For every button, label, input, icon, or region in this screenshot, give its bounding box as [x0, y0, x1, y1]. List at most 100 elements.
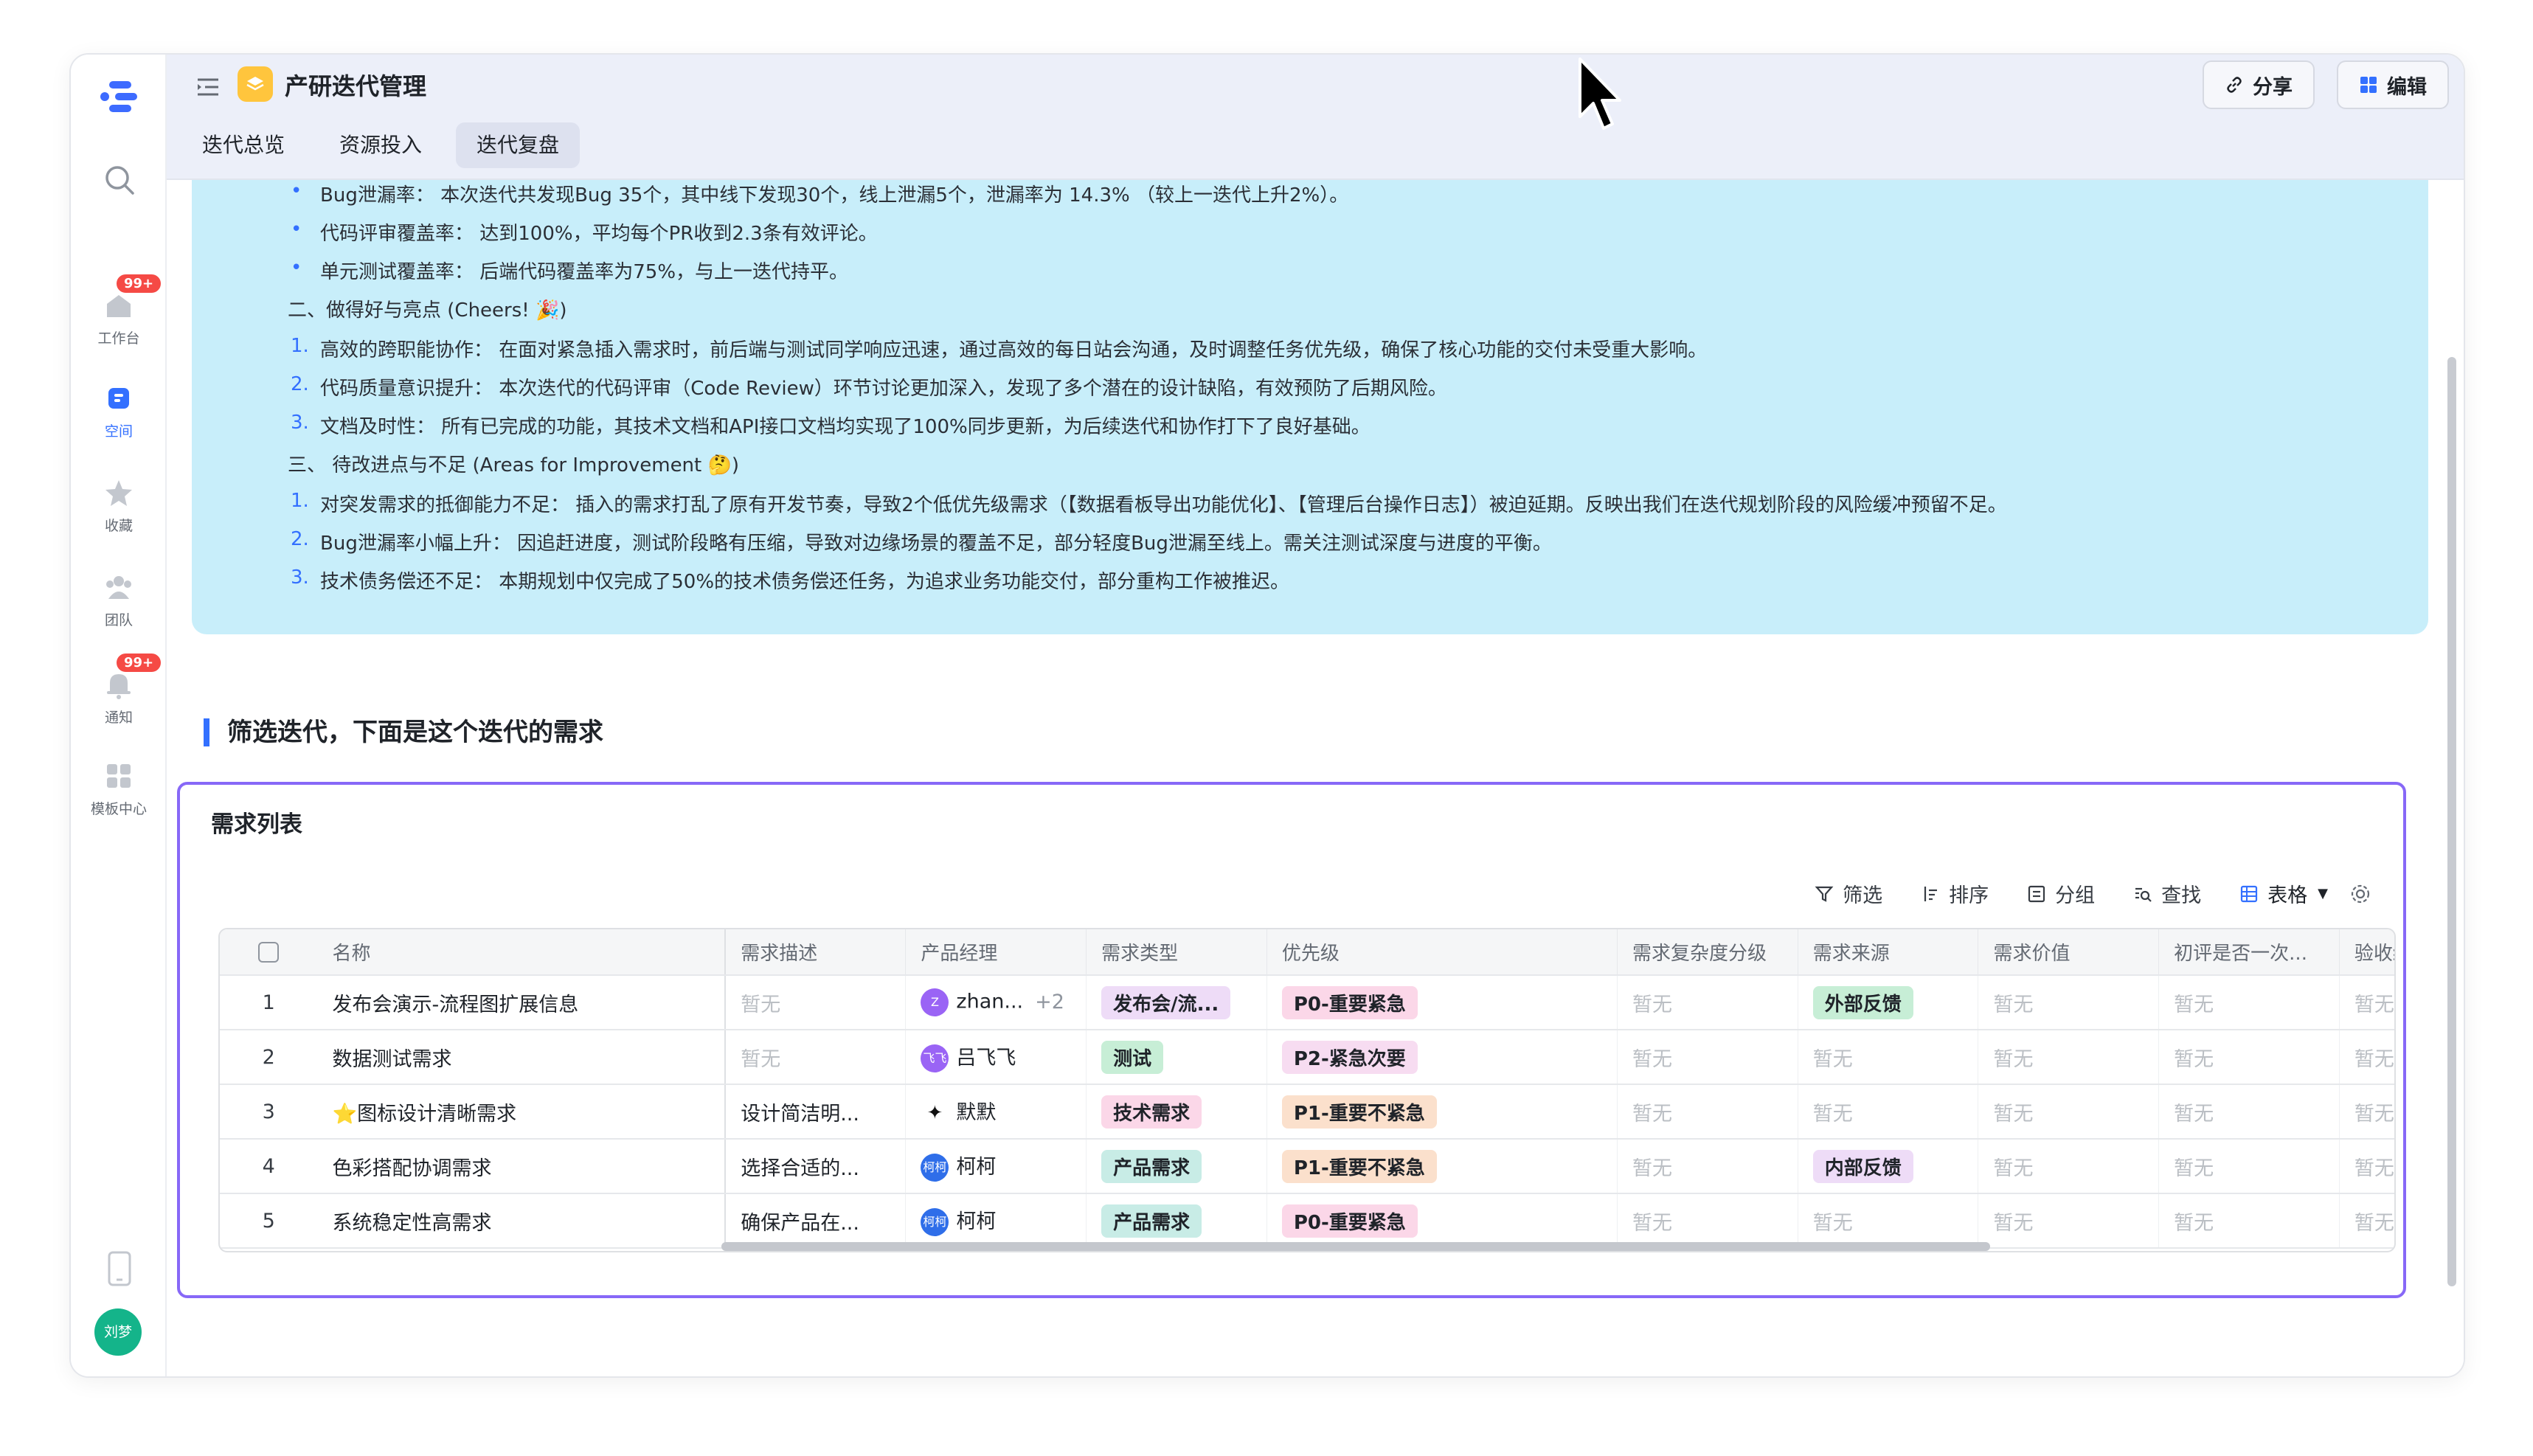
page-header: 产研迭代管理 迭代总览 资源投入 迭代复盘 分享 编辑	[167, 55, 2464, 180]
cell-desc[interactable]: 暂无	[724, 975, 906, 1030]
cell-complexity[interactable]: 暂无	[1617, 975, 1798, 1030]
column-header[interactable]: 需求复杂度分级	[1617, 929, 1798, 976]
cell-type[interactable]: 技术需求	[1086, 1084, 1267, 1140]
cell-source[interactable]: 内部反馈	[1797, 1139, 1978, 1194]
column-header[interactable]: 初评是否一次...	[2158, 929, 2340, 976]
cell-pm[interactable]: ✦ 默默	[905, 1084, 1087, 1140]
cell-priority[interactable]: P0-重要紧急	[1266, 1193, 1618, 1249]
cell-desc[interactable]: 确保产品在...	[724, 1193, 906, 1249]
cell-complexity[interactable]: 暂无	[1617, 1193, 1798, 1249]
vertical-scrollbar[interactable]	[2447, 357, 2456, 1286]
cell-priority[interactable]: P1-重要不紧急	[1266, 1139, 1618, 1194]
type-tag: 产品需求	[1101, 1149, 1202, 1183]
cell-value[interactable]: 暂无	[1978, 1030, 2159, 1085]
list-marker: 2.	[291, 373, 309, 395]
column-header[interactable]: 产品经理	[905, 929, 1087, 976]
column-header[interactable]: 需求来源	[1797, 929, 1978, 976]
cell-complexity[interactable]: 暂无	[1617, 1084, 1798, 1140]
review-line: • Bug泄漏率： 本次迭代共发现Bug 35个，其中线下发现30个，线上泄漏5个…	[291, 180, 1348, 207]
rail-item-workbench[interactable]: 99+ 工作台	[71, 273, 167, 347]
cell-value[interactable]: 暂无	[1978, 1139, 2159, 1194]
cell-pm[interactable]: 柯柯 柯柯	[905, 1139, 1087, 1194]
cell-type[interactable]: 测试	[1086, 1030, 1267, 1085]
table-row[interactable]: 4 色彩搭配协调需求 选择合适的... 柯柯 柯柯 产品需求 P1-重要不紧急 暂无 内部反馈暂…	[220, 1139, 2394, 1194]
cell-first[interactable]: 暂无	[2158, 1084, 2340, 1140]
cell-accept[interactable]: 暂无	[2338, 1030, 2394, 1085]
cell-desc[interactable]: 设计简洁明...	[724, 1084, 906, 1140]
table-row[interactable]: 3 ⭐图标设计清晰需求 设计简洁明... ✦ 默默 技术需求 P1-重要不紧急 暂无 暂无 暂无暂…	[220, 1084, 2394, 1140]
table-row[interactable]: 2 数据测试需求 暂无 飞飞 吕飞飞 测试 P2-紧急次要 暂无 暂无 暂无 暂无 暂无	[220, 1030, 2394, 1085]
cell-accept[interactable]: 暂无	[2338, 1139, 2394, 1194]
review-text: 代码评审覆盖率： 达到100%，平均每个PR收到2.3条有效评论。	[320, 223, 878, 245]
view-switcher[interactable]: 表格 ▼	[2239, 879, 2328, 908]
cell-pm[interactable]: 飞飞 吕飞飞	[905, 1030, 1087, 1085]
cell-name[interactable]: 色彩搭配协调需求	[317, 1139, 727, 1194]
cell-priority[interactable]: P2-紧急次要	[1266, 1030, 1618, 1085]
edit-button[interactable]: 编辑	[2337, 60, 2449, 109]
mobile-icon[interactable]	[105, 1249, 134, 1288]
cell-desc[interactable]: 选择合适的...	[724, 1139, 906, 1194]
column-header[interactable]: 需求价值	[1978, 929, 2159, 976]
cell-name[interactable]: 数据测试需求	[317, 1030, 727, 1085]
column-header[interactable]: 需求类型	[1086, 929, 1267, 976]
tab-review[interactable]: 迭代复盘	[456, 122, 581, 168]
cell-source[interactable]: 暂无	[1797, 1084, 1978, 1140]
cell-value[interactable]: 暂无	[1978, 1193, 2159, 1249]
group-button[interactable]: 分组	[2027, 879, 2095, 908]
rail-item-favorites[interactable]: 收藏	[71, 476, 167, 535]
cell-pm[interactable]: 柯柯 柯柯	[905, 1193, 1087, 1249]
filter-button[interactable]: 筛选	[1815, 879, 1882, 908]
priority-tag: P1-重要不紧急	[1281, 1095, 1437, 1129]
cell-type[interactable]: 产品需求	[1086, 1139, 1267, 1194]
cell-name[interactable]: ⭐图标设计清晰需求	[317, 1084, 727, 1140]
tab-resources[interactable]: 资源投入	[319, 122, 443, 168]
cell-priority[interactable]: P0-重要紧急	[1266, 975, 1618, 1030]
cell-first[interactable]: 暂无	[2158, 1139, 2340, 1194]
cell-first[interactable]: 暂无	[2158, 1030, 2340, 1085]
table-row[interactable]: 5 系统稳定性高需求 确保产品在... 柯柯 柯柯 产品需求 P0-重要紧急 暂无 暂无 暂无 暂无…	[220, 1193, 2394, 1249]
cell-desc[interactable]: 暂无	[724, 1030, 906, 1085]
select-all-checkbox[interactable]	[258, 942, 280, 963]
list-marker: 1.	[291, 490, 309, 512]
cell-complexity[interactable]: 暂无	[1617, 1030, 1798, 1085]
cell-first[interactable]: 暂无	[2158, 1193, 2340, 1249]
column-header[interactable]: 名称	[317, 929, 727, 976]
column-header[interactable]: 优先级	[1266, 929, 1618, 976]
cell-source[interactable]: 暂无	[1797, 1193, 1978, 1249]
column-header[interactable]: 需求描述	[724, 929, 906, 976]
sort-button[interactable]: 排序	[1921, 879, 1989, 908]
cell-source[interactable]: 外部反馈	[1797, 975, 1978, 1030]
cell-type[interactable]: 发布会/流...	[1086, 975, 1267, 1030]
app-logo-icon[interactable]	[99, 75, 140, 117]
cell-source[interactable]: 暂无	[1797, 1030, 1978, 1085]
gear-icon[interactable]	[2350, 884, 2371, 904]
cell-value[interactable]: 暂无	[1978, 975, 2159, 1030]
tab-bar: 迭代总览 资源投入 迭代复盘	[181, 122, 593, 168]
cell-accept[interactable]: 暂无	[2338, 1193, 2394, 1249]
user-avatar[interactable]: 刘梦	[94, 1308, 142, 1356]
cell-name[interactable]: 发布会演示-流程图扩展信息	[317, 975, 727, 1030]
cell-pm[interactable]: Zzhan... +2	[905, 975, 1087, 1030]
tab-overview[interactable]: 迭代总览	[181, 122, 305, 168]
cell-value[interactable]: 暂无	[1978, 1084, 2159, 1140]
share-button[interactable]: 分享	[2203, 60, 2315, 109]
cell-accept[interactable]: 暂无	[2338, 975, 2394, 1030]
find-button[interactable]: 查找	[2133, 879, 2201, 908]
cell-type[interactable]: 产品需求	[1086, 1193, 1267, 1249]
review-line: • 单元测试覆盖率： 后端代码覆盖率为75%，与上一迭代持平。	[291, 257, 848, 284]
cell-first[interactable]: 暂无	[2158, 975, 2340, 1030]
pm-name: 吕飞飞	[956, 1046, 1016, 1070]
horizontal-scrollbar[interactable]	[721, 1242, 1990, 1251]
cell-priority[interactable]: P1-重要不紧急	[1266, 1084, 1618, 1140]
cell-name[interactable]: 系统稳定性高需求	[317, 1193, 727, 1249]
rail-item-templates[interactable]: 模板中心	[71, 760, 167, 818]
rail-item-team[interactable]: 团队	[71, 571, 167, 629]
table-row[interactable]: 1 发布会演示-流程图扩展信息 暂无 Zzhan... +2 发布会/流... P0-重要紧…	[220, 975, 2394, 1030]
rail-item-space[interactable]: 空间	[71, 382, 167, 440]
search-icon[interactable]	[100, 161, 139, 199]
column-header[interactable]: 验收结果	[2338, 929, 2394, 976]
sidebar-toggle-icon[interactable]	[193, 72, 223, 102]
rail-item-notifications[interactable]: 99+ 通知	[71, 652, 167, 727]
cell-complexity[interactable]: 暂无	[1617, 1139, 1798, 1194]
cell-accept[interactable]: 暂无	[2338, 1084, 2394, 1140]
